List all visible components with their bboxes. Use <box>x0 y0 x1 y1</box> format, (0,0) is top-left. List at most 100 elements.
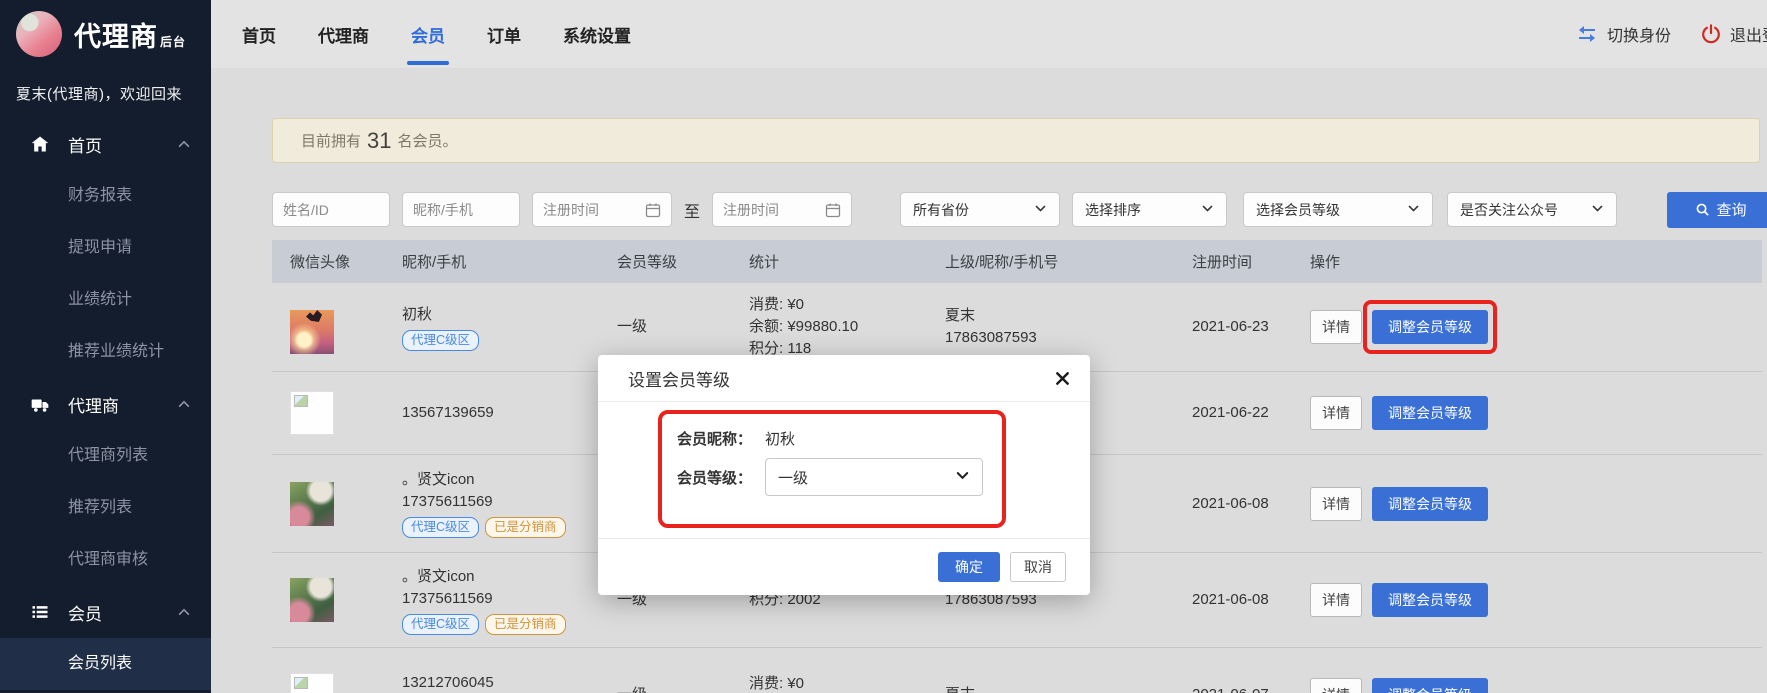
register-date: 2021-06-08 <box>1187 589 1302 611</box>
notice-prefix: 目前拥有 <box>301 130 361 151</box>
detail-button[interactable]: 详情 <box>1310 396 1362 430</box>
swap-icon <box>1575 22 1599 46</box>
switch-identity-label: 切换身份 <box>1607 22 1671 46</box>
adjust-level-button[interactable]: 调整会员等级 <box>1372 487 1488 521</box>
member-nickname: 。贤文icon <box>402 469 607 491</box>
tag-item-代理C级区: 代理C级区 <box>402 614 479 635</box>
upline-line: 夏末 <box>945 684 1187 693</box>
adjust-wrap: 调整会员等级 <box>1372 583 1488 617</box>
adjust-level-button[interactable]: 调整会员等级 <box>1372 396 1488 430</box>
member-nickname: 初秋 <box>402 304 607 326</box>
member-level: 一级 <box>607 316 737 338</box>
sort-select[interactable]: 选择排序 <box>1072 192 1227 227</box>
tab-item-代理商[interactable]: 代理商 <box>316 18 371 51</box>
name-id-input[interactable] <box>272 192 390 227</box>
province-select[interactable]: 所有省份 <box>900 192 1060 227</box>
tab-item-首页[interactable]: 首页 <box>240 18 278 51</box>
sidebar-group-label: 首页 <box>68 132 102 157</box>
set-member-level-modal: 设置会员等级 会员昵称： 初秋 会员等级： 一级 确定 取消 <box>598 355 1090 595</box>
member-tags: 代理C级区已是分销商 <box>402 614 607 635</box>
sidebar-item-财务报表[interactable]: 财务报表 <box>0 170 211 222</box>
sidebar-item-代理商列表[interactable]: 代理商列表 <box>0 430 211 482</box>
tag-item-代理C级区: 代理C级区 <box>402 330 479 351</box>
chevron-down-icon <box>1407 202 1420 218</box>
register-time-start-field[interactable] <box>543 202 645 218</box>
logout-button[interactable]: 退出登录 <box>1700 0 1767 68</box>
column-header-7: 操作 <box>1302 251 1762 272</box>
confirm-button[interactable]: 确定 <box>938 552 1000 582</box>
table-row: 13212706045已是分销商一级消费: ¥0余额: ¥0.00夏末2021-… <box>272 648 1762 693</box>
cancel-button[interactable]: 取消 <box>1010 552 1066 582</box>
member-count: 31 <box>367 128 391 154</box>
detail-button[interactable]: 详情 <box>1310 487 1362 521</box>
tab-item-订单[interactable]: 订单 <box>485 18 523 51</box>
sidebar-item-提现申请[interactable]: 提现申请 <box>0 222 211 274</box>
table-header-row: 微信头像昵称/手机会员等级统计上级/昵称/手机号注册时间操作 <box>272 240 1762 283</box>
tab-item-系统设置[interactable]: 系统设置 <box>561 18 633 51</box>
search-button[interactable]: 查询 <box>1667 192 1767 228</box>
stat-line: 消费: ¥0 <box>749 673 937 693</box>
chevron-up-icon <box>177 137 191 151</box>
upline-line: 17863087593 <box>945 327 1187 349</box>
member-stats: 消费: ¥0余额: ¥99880.10积分: 118 <box>737 294 937 360</box>
register-time-end-input[interactable] <box>712 192 852 227</box>
column-header-1: 微信头像 <box>272 251 387 272</box>
sidebar-item-推荐业绩统计[interactable]: 推荐业绩统计 <box>0 326 211 378</box>
detail-button[interactable]: 详情 <box>1310 310 1362 344</box>
sidebar-item-业绩统计[interactable]: 业绩统计 <box>0 274 211 326</box>
detail-button[interactable]: 详情 <box>1310 678 1362 693</box>
follow-official-account-select[interactable]: 是否关注公众号 <box>1447 192 1617 227</box>
sort-select-value: 选择排序 <box>1085 200 1141 220</box>
member-level-label: 会员等级： <box>677 467 765 488</box>
tag-item-已是分销商: 已是分销商 <box>485 614 566 635</box>
tag-item-已是分销商: 已是分销商 <box>485 517 566 538</box>
detail-button[interactable]: 详情 <box>1310 583 1362 617</box>
province-select-value: 所有省份 <box>913 200 969 220</box>
chevron-down-icon <box>1201 202 1214 218</box>
follow-select-value: 是否关注公众号 <box>1460 200 1558 220</box>
sidebar-group-1[interactable]: 首页 <box>0 118 211 170</box>
nick-phone-input[interactable] <box>402 192 520 227</box>
filter-bar: 至 所有省份 选择排序 选择会员等级 是否关注公众号 <box>272 192 1767 227</box>
member-nickname: 。贤文icon <box>402 566 607 588</box>
power-icon <box>1700 23 1722 45</box>
register-date: 2021-06-08 <box>1187 493 1302 515</box>
member-avatar-sunset-photo <box>290 310 334 354</box>
member-level-dropdown[interactable]: 一级 <box>765 458 983 496</box>
sidebar-nav: 首页财务报表提现申请业绩统计推荐业绩统计代理商代理商列表推荐列表代理商审核会员会… <box>0 118 211 690</box>
member-nickname: 13212706045 <box>402 672 607 693</box>
tab-item-会员[interactable]: 会员 <box>409 18 447 51</box>
member-count-notice: 目前拥有 31 名会员。 <box>272 118 1760 163</box>
home-icon <box>30 134 50 154</box>
row-1-adjust-button[interactable]: 调整会员等级 <box>1372 310 1488 344</box>
sidebar-item-代理商审核[interactable]: 代理商审核 <box>0 534 211 586</box>
sidebar-group-3[interactable]: 会员 <box>0 586 211 638</box>
close-icon[interactable] <box>1052 368 1072 388</box>
switch-identity-button[interactable]: 切换身份 <box>1575 0 1671 68</box>
sidebar-group-label: 会员 <box>68 600 102 625</box>
calendar-icon <box>645 202 661 218</box>
chevron-down-icon <box>955 468 970 487</box>
register-time-start-input[interactable] <box>532 192 672 227</box>
chevron-up-icon <box>177 605 191 619</box>
member-level-select[interactable]: 选择会员等级 <box>1243 192 1433 227</box>
adjust-level-button[interactable]: 调整会员等级 <box>1372 583 1488 617</box>
upline-line: 夏末 <box>945 305 1187 327</box>
app-window: 代理商后台 夏末(代理商)，欢迎回来 首页财务报表提现申请业绩统计推荐业绩统计代… <box>0 0 1767 693</box>
adjust-wrap: 调整会员等级 <box>1372 678 1488 693</box>
member-level: 一级 <box>607 684 737 693</box>
sidebar-item-会员列表[interactable]: 会员列表 <box>0 638 211 690</box>
member-nick-row: 会员昵称： 初秋 <box>677 428 795 449</box>
member-avatar-flowers-photo <box>290 482 334 526</box>
sidebar-group-2[interactable]: 代理商 <box>0 378 211 430</box>
sidebar-item-推荐列表[interactable]: 推荐列表 <box>0 482 211 534</box>
upline-info: 夏末 <box>937 684 1187 693</box>
upline-info: 夏末17863087593 <box>937 305 1187 349</box>
adjust-level-button[interactable]: 调整会员等级 <box>1372 678 1488 693</box>
member-avatar-blank-image <box>290 673 334 693</box>
member-level-row: 会员等级： 一级 <box>677 458 983 496</box>
member-nickname: 13567139659 <box>402 402 607 424</box>
modal-title: 设置会员等级 <box>628 366 730 391</box>
register-time-end-field[interactable] <box>723 202 825 218</box>
member-avatar-flowers-photo <box>290 578 334 622</box>
